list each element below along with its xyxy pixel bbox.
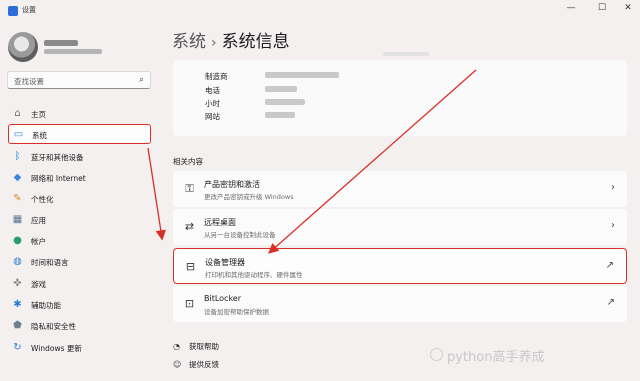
annotation-arrow [268, 69, 477, 254]
annotation-arrow [147, 147, 166, 241]
annotation-arrows [147, 69, 477, 254]
